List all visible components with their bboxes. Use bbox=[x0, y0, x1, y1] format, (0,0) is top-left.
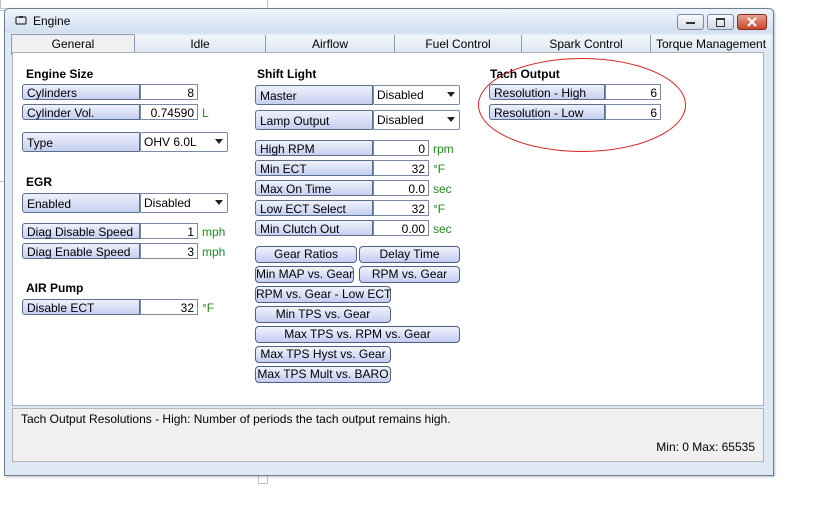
max-on-time-unit: sec bbox=[433, 182, 452, 196]
cylinders-label: Cylinders bbox=[22, 84, 140, 100]
status-description: Tach Output Resolutions - High: Number o… bbox=[21, 412, 451, 426]
type-label: Type bbox=[22, 132, 140, 152]
master-dropdown[interactable]: Disabled bbox=[373, 85, 460, 105]
status-panel: Tach Output Resolutions - High: Number o… bbox=[12, 408, 764, 462]
diag-enable-speed-field[interactable]: 3 bbox=[140, 243, 198, 259]
rpm-vs-gear-button[interactable]: RPM vs. Gear bbox=[359, 266, 460, 283]
egr-heading: EGR bbox=[26, 175, 53, 189]
diag-enable-speed-unit: mph bbox=[202, 245, 226, 259]
type-dropdown[interactable]: OHV 6.0L bbox=[140, 132, 228, 152]
engine-icon bbox=[15, 16, 27, 25]
diag-disable-speed-label: Diag Disable Speed bbox=[22, 223, 140, 239]
low-ect-select-label: Low ECT Select bbox=[255, 200, 373, 216]
high-rpm-unit: rpm bbox=[433, 142, 454, 156]
lamp-output-value: Disabled bbox=[377, 113, 424, 127]
min-clutch-out-unit: sec bbox=[433, 222, 452, 236]
min-tps-vs-gear-button[interactable]: Min TPS vs. Gear bbox=[255, 306, 391, 323]
minimize-icon bbox=[686, 22, 695, 24]
disable-ect-field[interactable]: 32 bbox=[140, 299, 198, 315]
engine-size-heading: Engine Size bbox=[26, 67, 94, 81]
min-ect-field[interactable]: 32 bbox=[373, 160, 429, 176]
delay-time-button[interactable]: Delay Time bbox=[359, 246, 460, 263]
master-dropdown-value: Disabled bbox=[377, 88, 424, 102]
type-dropdown-value: OHV 6.0L bbox=[144, 135, 197, 149]
min-clutch-out-field[interactable]: 0.00 bbox=[373, 220, 429, 236]
egr-enabled-dropdown[interactable]: Disabled bbox=[140, 193, 228, 213]
cylinder-vol-unit: L bbox=[202, 106, 209, 120]
min-ect-unit: °F bbox=[433, 162, 446, 176]
disable-ect-label: Disable ECT bbox=[22, 299, 140, 315]
max-on-time-field[interactable]: 0.0 bbox=[373, 180, 429, 196]
min-map-vs-gear-button[interactable]: Min MAP vs. Gear bbox=[255, 266, 354, 283]
chevron-down-icon bbox=[447, 92, 455, 97]
low-ect-select-unit: °F bbox=[433, 202, 446, 216]
maximize-button[interactable] bbox=[707, 14, 734, 30]
status-range: Min: 0 Max: 65535 bbox=[656, 440, 755, 454]
minimize-button[interactable] bbox=[677, 14, 704, 30]
cylinders-field[interactable]: 8 bbox=[140, 84, 198, 100]
gear-ratios-button[interactable]: Gear Ratios bbox=[255, 246, 357, 263]
close-button[interactable] bbox=[737, 14, 767, 30]
min-clutch-out-label: Min Clutch Out bbox=[255, 220, 373, 236]
title-bar[interactable]: Engine bbox=[5, 9, 773, 33]
shift-light-heading: Shift Light bbox=[257, 67, 317, 81]
close-icon bbox=[747, 17, 757, 27]
lamp-output-label: Lamp Output bbox=[255, 110, 373, 130]
cylinder-vol-field[interactable]: 0.74590 bbox=[140, 104, 198, 120]
high-rpm-label: High RPM bbox=[255, 140, 373, 156]
master-label: Master bbox=[255, 85, 373, 105]
cylinder-vol-label: Cylinder Vol. bbox=[22, 104, 140, 120]
diag-disable-speed-unit: mph bbox=[202, 225, 226, 239]
maximize-icon bbox=[716, 18, 725, 27]
rpm-vs-gear-low-ect-button[interactable]: RPM vs. Gear - Low ECT bbox=[255, 286, 391, 303]
max-tps-hyst-vs-gear-button[interactable]: Max TPS Hyst vs. Gear bbox=[255, 346, 391, 363]
chevron-down-icon bbox=[215, 139, 223, 144]
chevron-down-icon bbox=[447, 117, 455, 122]
lamp-output-dropdown[interactable]: Disabled bbox=[373, 110, 460, 130]
egr-enabled-value: Disabled bbox=[144, 196, 191, 210]
chevron-down-icon bbox=[215, 200, 223, 205]
max-tps-vs-rpm-vs-gear-button[interactable]: Max TPS vs. RPM vs. Gear bbox=[255, 326, 460, 343]
window-title: Engine bbox=[33, 14, 71, 28]
high-rpm-field[interactable]: 0 bbox=[373, 140, 429, 156]
disable-ect-unit: °F bbox=[202, 301, 215, 315]
max-tps-mult-vs-baro-button[interactable]: Max TPS Mult vs. BARO bbox=[255, 366, 391, 383]
diag-disable-speed-field[interactable]: 1 bbox=[140, 223, 198, 239]
highlight-annotation bbox=[478, 58, 686, 152]
low-ect-select-field[interactable]: 32 bbox=[373, 200, 429, 216]
air-pump-heading: AIR Pump bbox=[26, 281, 84, 295]
egr-enabled-label: Enabled bbox=[22, 193, 140, 213]
diag-enable-speed-label: Diag Enable Speed bbox=[22, 243, 140, 259]
max-on-time-label: Max On Time bbox=[255, 180, 373, 196]
min-ect-label: Min ECT bbox=[255, 160, 373, 176]
